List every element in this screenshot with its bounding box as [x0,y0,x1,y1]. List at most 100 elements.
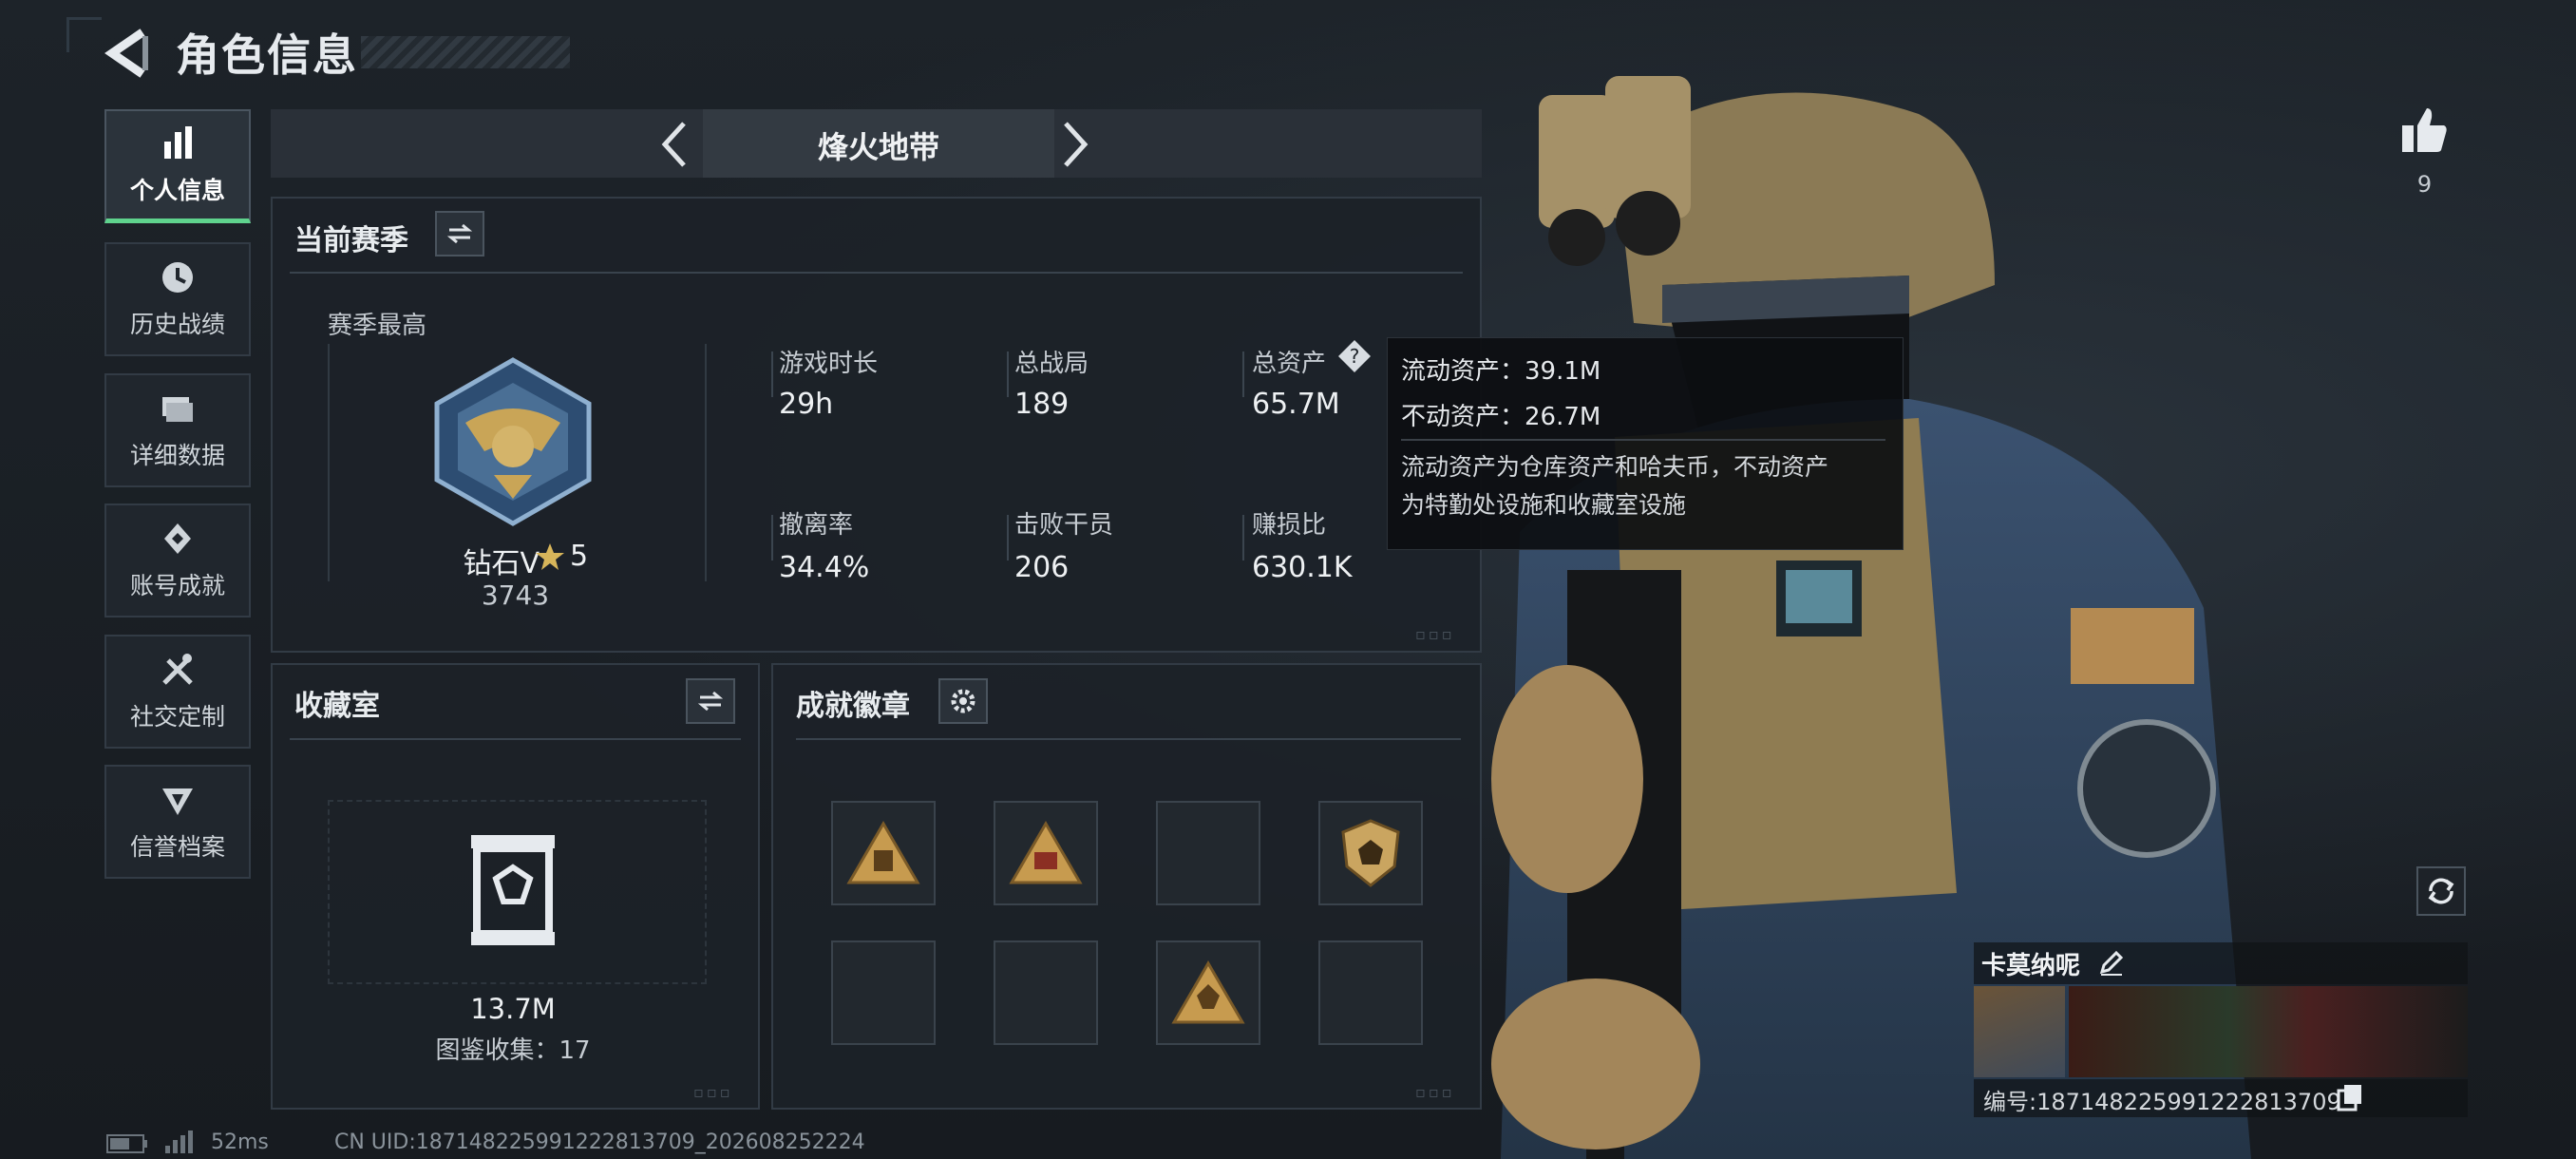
refresh-icon [2428,878,2454,904]
badge-slot[interactable] [1318,801,1423,905]
collection-room-icon [471,835,555,945]
stat-label-playtime: 游戏时长 [779,350,879,378]
battery-icon [106,1134,147,1153]
signal-icon [165,1130,193,1153]
tooltip-description-line1: 流动资产为仓库资产和哈夫币，不动资产 [1401,453,1829,481]
thumbs-up-icon[interactable] [2398,104,2451,157]
season-title: 当前赛季 [294,224,408,257]
reputation-icon [162,788,193,815]
achievement-icon [164,523,191,554]
pyramid-badge-icon [1009,821,1083,884]
stat-value-profit-ratio: 630.1K [1252,551,1353,584]
page-title: 角色信息 [176,29,358,81]
corner-decoration: ▫▫▫ [1415,1083,1455,1101]
nav-label: 信誉档案 [129,833,225,861]
folder-icon [162,397,193,422]
season-highest-label: 赛季最高 [328,312,427,340]
tooltip-divider [1401,439,1885,441]
corner-decoration: ▫▫▫ [1415,625,1455,643]
nav-item-personal-info[interactable]: 个人信息 [104,109,251,223]
nav-item-detailed-data[interactable]: 详细数据 [104,373,251,487]
season-divider [290,272,1463,274]
svg-text:?: ? [1350,345,1360,368]
nav-item-social-custom[interactable]: 社交定制 [104,635,251,749]
badge-slot-empty[interactable] [831,940,936,1045]
likes-count: 9 [2416,171,2433,198]
ping-text: 52ms [211,1130,269,1154]
gear-icon [951,689,975,713]
rank-score: 3743 [481,580,550,611]
stat-label-matches: 总战局 [1014,350,1089,378]
stat-value-matches: 189 [1014,388,1070,421]
collection-value: 13.7M [470,993,556,1025]
stat-value-total-assets: 65.7M [1252,388,1340,421]
collection-title: 收藏室 [294,690,380,723]
tools-icon [162,654,193,685]
badges-divider [796,738,1461,740]
badge-slot-empty[interactable] [994,940,1098,1045]
help-icon[interactable]: ? [1336,338,1373,374]
chevron-left-icon[interactable] [655,118,693,171]
refresh-button[interactable] [2416,866,2466,916]
badge-slot-empty[interactable] [1318,940,1423,1045]
stat-value-kills: 206 [1014,551,1070,584]
pyramid-badge-icon [1171,960,1245,1024]
tooltip-description-line2: 为特勤处设施和收藏室设施 [1401,491,1687,519]
stat-divider [771,352,773,397]
chevron-right-icon[interactable] [1056,118,1094,171]
nav-label: 历史战绩 [129,311,225,338]
rank-name: 钻石V [463,547,540,580]
nav-label: 账号成就 [129,572,225,599]
bar-chart-icon [164,125,192,159]
nav-item-history[interactable]: 历史战绩 [104,242,251,356]
swap-icon [697,691,724,712]
badge-slot[interactable] [1156,940,1260,1045]
stat-divider [1007,352,1009,397]
stat-divider [1007,515,1009,560]
clock-icon [162,262,193,293]
corner-decoration: ▫▫▫ [693,1083,733,1101]
badge-slot-empty[interactable] [1156,801,1260,905]
stat-value-playtime: 29h [779,388,834,421]
shield-badge-icon [1341,819,1400,887]
uid-text: CN UID:18714822599122281​3709_2026082522… [334,1130,865,1154]
corner-decoration [66,17,102,52]
collection-divider [290,738,741,740]
season-switch-button[interactable] [435,211,484,256]
badges-title: 成就徽章 [796,690,910,723]
swap-icon [446,223,473,244]
nav-item-reputation[interactable]: 信誉档案 [104,765,251,879]
mode-label: 烽火地带 [817,129,939,165]
diamond-rank-badge-icon [434,357,592,526]
stat-label-total-assets: 总资产 [1252,350,1327,378]
edit-pencil-icon[interactable] [2097,948,2126,977]
player-banner[interactable] [1974,986,2468,1077]
stat-label-kills: 击败干员 [1014,511,1114,540]
nav-label: 个人信息 [129,176,225,204]
player-id: 编号:18714822599122281​3709 [1983,1089,2341,1115]
collection-catalog-count: 图鉴收集：17 [435,1036,591,1065]
player-name: 卡莫纳呢 [1981,952,2081,980]
badge-slot[interactable] [994,801,1098,905]
nav-label: 社交定制 [129,703,225,731]
star-icon [536,543,564,570]
pyramid-badge-icon [846,821,920,884]
stat-divider [771,515,773,560]
tooltip-fixed-assets: 不动资产：26.7M [1401,403,1601,431]
badge-slot[interactable] [831,801,936,905]
player-card-art [2069,986,2468,1077]
badges-settings-button[interactable] [938,678,988,724]
nav-label: 详细数据 [129,442,225,469]
rank-stars: 5 [570,540,589,573]
tooltip-liquid-assets: 流动资产：39.1M [1401,357,1601,386]
copy-icon[interactable] [2337,1083,2363,1112]
nav-item-achievements[interactable]: 账号成就 [104,504,251,618]
stat-label-extract-rate: 撤离率 [779,511,854,540]
stat-divider [1242,515,1244,560]
stat-value-extract-rate: 34.4% [779,551,870,584]
stat-divider [1242,352,1244,397]
collection-switch-button[interactable] [686,678,735,724]
player-avatar [1974,986,2065,1077]
title-decoration [361,36,570,68]
back-arrow-icon[interactable] [103,27,150,80]
